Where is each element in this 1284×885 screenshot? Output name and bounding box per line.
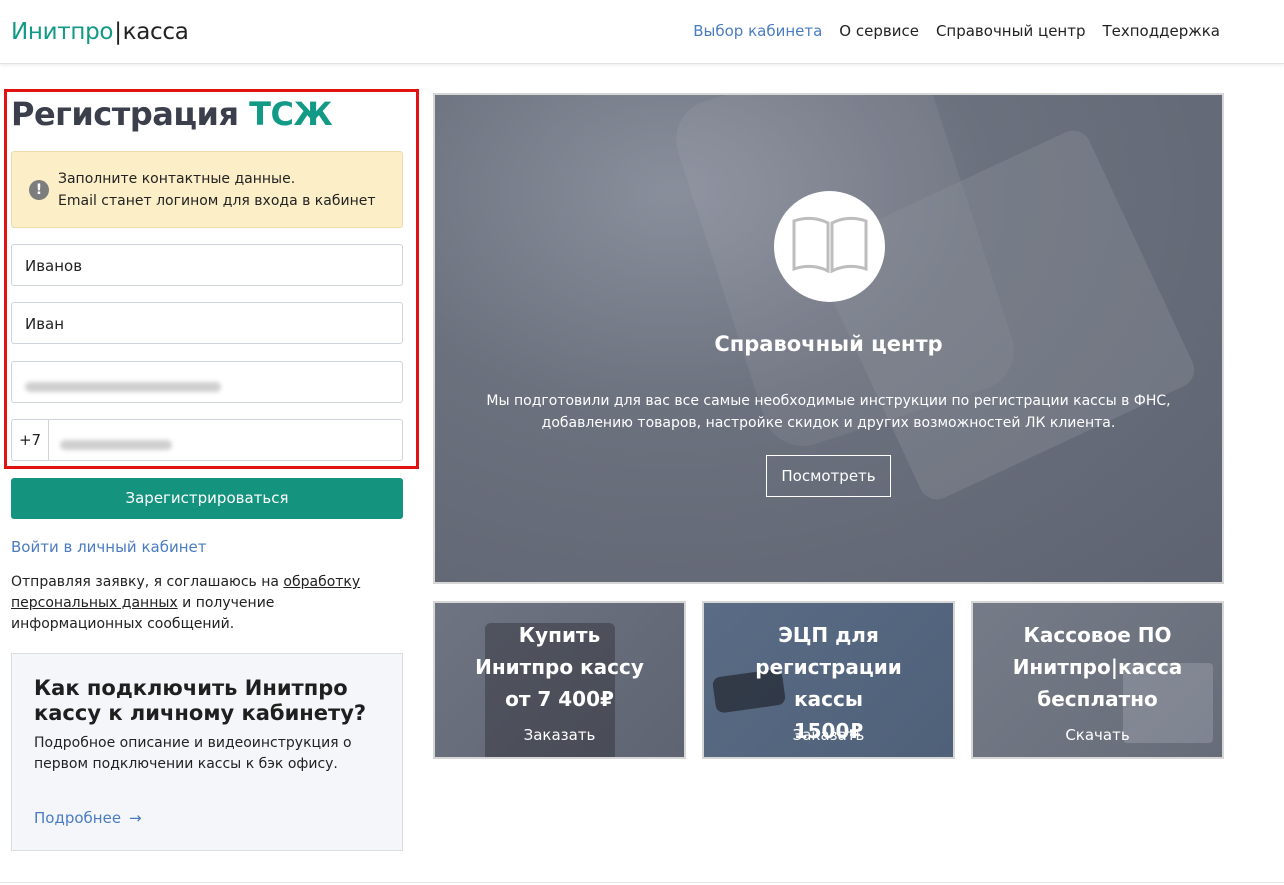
- consent-text: Отправляя заявку, я соглашаюсь на обрабо…: [11, 572, 403, 635]
- tile-action-download[interactable]: Скачать: [973, 724, 1222, 746]
- tile-title-line-2: Инитпро|касса: [1012, 655, 1183, 679]
- page-title-main: Регистрация: [11, 95, 239, 133]
- phone-field[interactable]: +7: [11, 419, 403, 461]
- register-button[interactable]: Зарегистрироваться: [11, 478, 403, 519]
- phone-country-prefix: +7: [12, 420, 49, 460]
- view-button[interactable]: Посмотреть: [766, 455, 891, 497]
- first-name-value: Иван: [25, 315, 65, 333]
- tile-title-line-1: Кассовое ПО: [1023, 623, 1172, 647]
- tile-title: Кассовое ПО Инитпро|касса бесплатно: [973, 619, 1222, 715]
- site-header: Инитпро|касса Выбор кабинета О сервисе С…: [0, 0, 1284, 64]
- tile-title-line-1: Купить: [518, 623, 601, 647]
- help-center-banner: Справочный центр Мы подготовили для вас …: [433, 93, 1224, 584]
- tile-title-line-3: бесплатно: [1037, 687, 1158, 711]
- open-book-icon: [774, 191, 885, 302]
- nav-item-support[interactable]: Техподдержка: [1102, 20, 1220, 42]
- last-name-field[interactable]: Иванов: [11, 244, 403, 286]
- tile-title-line-1: ЭЦП для регистрации: [755, 623, 902, 679]
- contact-info-notice: ! Заполните контактные данные. Email ста…: [11, 151, 403, 228]
- tile-title: Купить Инитпро кассу от 7 400₽: [435, 619, 684, 715]
- logo-brand: Инитпро: [11, 19, 114, 45]
- tile-title-line-3: от 7 400₽: [505, 687, 614, 711]
- email-value-redacted: [25, 377, 221, 397]
- page-title: Регистрация ТСЖ: [11, 93, 333, 135]
- howto-description: Подробное описание и видеоинструкция о п…: [34, 735, 352, 772]
- page-title-accent: ТСЖ: [249, 95, 333, 133]
- logo-product: касса: [122, 19, 189, 45]
- banner-description-line-2: добавлению товаров, настройке скидок и д…: [541, 415, 1116, 431]
- phone-value-redacted: [60, 435, 172, 455]
- notice-line-1: Заполните контактные данные.: [58, 171, 296, 187]
- logo-separator: |: [114, 19, 122, 45]
- tile-action-order[interactable]: Заказать: [704, 724, 953, 746]
- consent-text-before: Отправляя заявку, я соглашаюсь на: [11, 574, 284, 590]
- login-link[interactable]: Войти в личный кабинет: [11, 536, 206, 558]
- banner-description: Мы подготовили для вас все самые необход…: [435, 390, 1222, 434]
- notice-text: Заполните контактные данные. Email стане…: [58, 168, 376, 212]
- howto-more-link[interactable]: Подробнее →: [34, 808, 142, 828]
- banner-description-line-1: Мы подготовили для вас все самые необход…: [486, 393, 1171, 409]
- email-field[interactable]: [11, 361, 403, 403]
- main-nav: Выбор кабинета О сервисе Справочный цент…: [693, 20, 1220, 42]
- howto-more-label: Подробнее: [34, 809, 122, 827]
- nav-item-help-center[interactable]: Справочный центр: [936, 20, 1086, 42]
- howto-title: Как подключить Инитпро кассу к личному к…: [34, 676, 367, 725]
- digital-signature-tile[interactable]: ЭЦП для регистрации кассы 1500₽ Заказать: [702, 601, 955, 759]
- pos-software-tile[interactable]: Кассовое ПО Инитпро|касса бесплатно Скач…: [971, 601, 1224, 759]
- first-name-field[interactable]: Иван: [11, 302, 403, 344]
- nav-item-cabinet-select[interactable]: Выбор кабинета: [693, 20, 822, 42]
- warning-icon: !: [29, 180, 49, 200]
- tile-title-line-2: Инитпро кассу: [475, 655, 644, 679]
- footer-divider: [0, 882, 1284, 883]
- last-name-value: Иванов: [25, 257, 83, 275]
- banner-title: Справочный центр: [714, 332, 943, 356]
- site-logo[interactable]: Инитпро|касса: [11, 17, 189, 47]
- tile-title-line-2: кассы: [794, 687, 863, 711]
- buy-register-tile[interactable]: Купить Инитпро кассу от 7 400₽ Заказать: [433, 601, 686, 759]
- howto-card: Как подключить Инитпро кассу к личному к…: [11, 653, 403, 851]
- arrow-right-icon: →: [129, 809, 142, 827]
- notice-line-2: Email станет логином для входа в кабинет: [58, 193, 376, 209]
- tile-action-order[interactable]: Заказать: [435, 724, 684, 746]
- nav-item-about[interactable]: О сервисе: [839, 20, 919, 42]
